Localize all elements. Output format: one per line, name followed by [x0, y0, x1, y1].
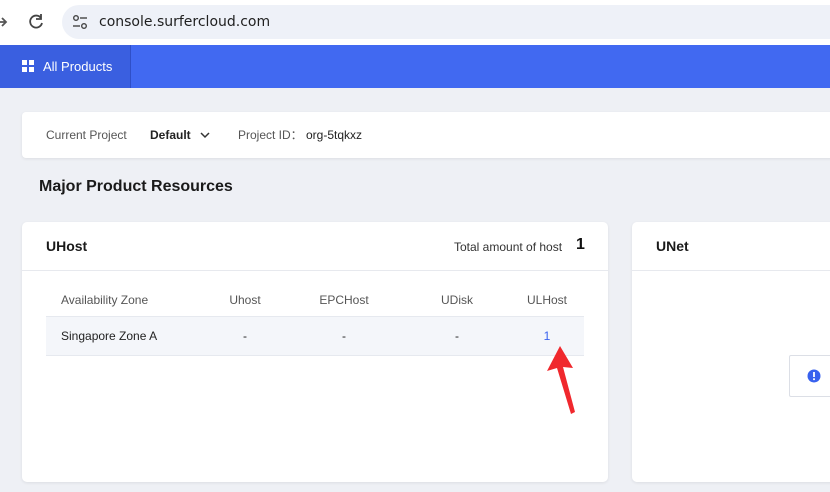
unet-card: UNet [632, 222, 830, 482]
project-id-value: org-5tqkxz [306, 128, 363, 142]
browser-toolbar: console.surfercloud.com [0, 0, 830, 45]
project-bar: Current Project Default Project ID： org-… [22, 112, 830, 158]
info-icon [807, 369, 821, 383]
column-header: ULHost [526, 293, 567, 307]
current-project-label: Current Project [46, 128, 127, 142]
site-settings-icon[interactable] [72, 14, 88, 30]
column-header: EPCHost [319, 293, 369, 307]
all-products-button[interactable]: All Products [0, 45, 131, 88]
divider [632, 270, 830, 271]
zone-cell: Singapore Zone A [61, 329, 158, 343]
column-header: Uhost [229, 293, 261, 307]
grid-icon [22, 60, 34, 72]
column-header: UDisk [441, 293, 473, 307]
project-id-label: Project ID： [238, 128, 303, 142]
column-header: Availability Zone [61, 293, 149, 307]
top-navigation: All Products [0, 45, 830, 88]
uhost-card: UHost Total amount of host 1 Availabilit… [22, 222, 608, 482]
table-row: Singapore Zone A - - - 1 [46, 316, 584, 356]
total-host-count: 1 [576, 236, 585, 253]
info-notice[interactable] [789, 355, 830, 397]
epchost-count-cell: - [342, 329, 346, 343]
uhost-title: UHost [46, 238, 88, 254]
annotation-arrow-icon [540, 340, 590, 420]
forward-arrow-icon[interactable] [0, 12, 10, 32]
uhost-count-cell: - [243, 329, 247, 343]
address-bar[interactable]: console.surfercloud.com [62, 5, 830, 39]
divider [22, 270, 608, 271]
table-header: Availability Zone Uhost EPCHost UDisk UL… [46, 284, 584, 316]
project-selector[interactable]: Default [150, 112, 191, 158]
reload-icon[interactable] [26, 12, 46, 32]
all-products-label: All Products [43, 59, 113, 74]
section-title: Major Product Resources [39, 178, 233, 195]
udisk-count-cell: - [455, 329, 459, 343]
url-text[interactable]: console.surfercloud.com [99, 5, 270, 39]
total-host-label: Total amount of host [454, 240, 563, 254]
chevron-down-icon[interactable] [200, 129, 210, 139]
unet-title: UNet [656, 238, 689, 254]
